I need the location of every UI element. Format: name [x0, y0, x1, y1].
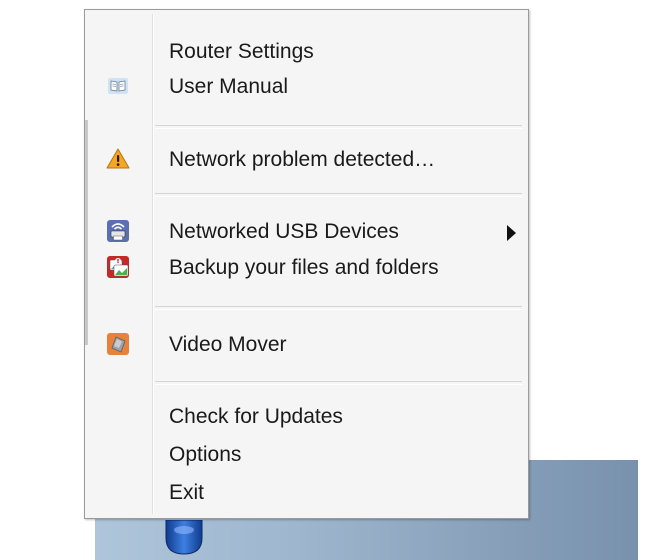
- backup-icon: [107, 256, 129, 278]
- menu-item-label: Exit: [169, 481, 205, 504]
- menu-item-user-manual[interactable]: User Manual: [85, 72, 528, 102]
- tray-app-icon[interactable]: [162, 520, 206, 560]
- submenu-arrow-icon: [507, 225, 516, 241]
- menu-separator: [155, 306, 522, 310]
- menu-item-networked-usb-devices[interactable]: Networked USB Devices: [85, 217, 528, 247]
- usb-printer-icon: [107, 220, 129, 242]
- menu-item-label: Check for Updates: [169, 405, 343, 428]
- menu-item-check-updates[interactable]: Check for Updates: [85, 402, 528, 432]
- menu-item-exit[interactable]: Exit: [85, 478, 528, 508]
- menu-item-options[interactable]: Options: [85, 440, 528, 470]
- menu-separator: [155, 381, 522, 385]
- menu-item-label: User Manual: [169, 75, 289, 98]
- menu-item-label: Video Mover: [169, 333, 287, 356]
- menu-item-label: Backup your files and folders: [169, 256, 439, 279]
- menu-item-video-mover[interactable]: Video Mover: [85, 330, 528, 360]
- menu-item-router-settings[interactable]: Router Settings: [85, 37, 528, 67]
- menu-item-network-problem[interactable]: Network problem detected…: [85, 145, 528, 175]
- book-icon: [108, 78, 128, 94]
- menu-item-backup-files[interactable]: Backup your files and folders: [85, 253, 528, 283]
- menu-item-label: Router Settings: [169, 40, 314, 63]
- menu-separator: [155, 125, 522, 129]
- menu-separator: [155, 193, 522, 197]
- warning-icon: [106, 148, 130, 169]
- tray-context-menu: Router Settings User Manual Network prob…: [84, 9, 529, 519]
- menu-item-label: Network problem detected…: [169, 148, 436, 171]
- video-mover-icon: [107, 333, 129, 355]
- menu-item-label: Networked USB Devices: [169, 220, 399, 243]
- menu-item-label: Options: [169, 443, 242, 466]
